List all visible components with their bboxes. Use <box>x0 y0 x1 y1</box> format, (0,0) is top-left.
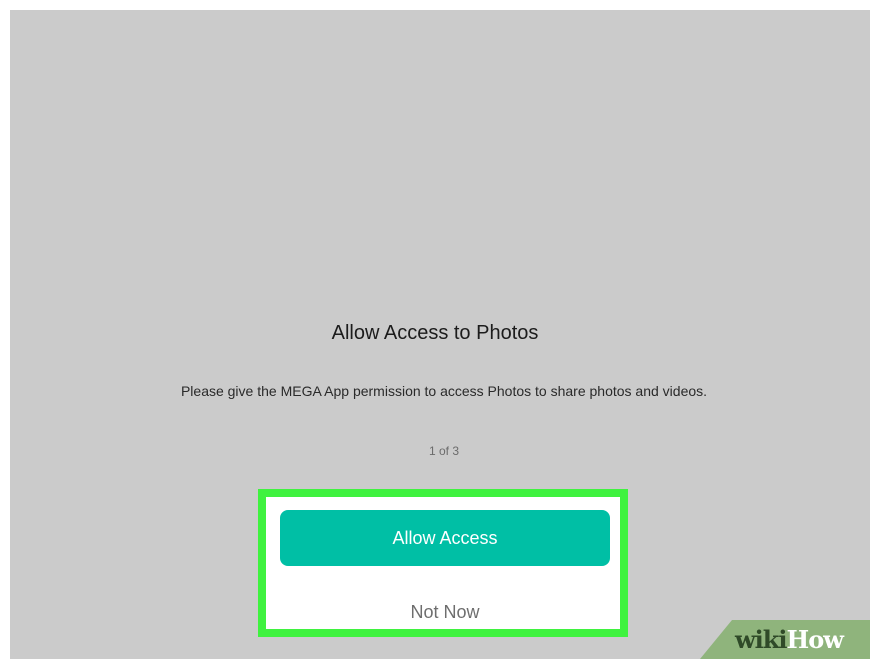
dialog-title: Allow Access to Photos <box>331 322 539 344</box>
watermark-how-text: How <box>786 625 844 654</box>
wikihow-watermark: wikiHow <box>735 625 844 655</box>
not-now-button[interactable]: Not Now <box>280 592 610 632</box>
allow-access-button[interactable]: Allow Access <box>280 510 610 566</box>
dialog-message: Please give the MEGA App permission to a… <box>180 383 708 399</box>
page-indicator: 1 of 3 <box>428 444 460 458</box>
watermark-wiki-text: wiki <box>735 625 788 654</box>
